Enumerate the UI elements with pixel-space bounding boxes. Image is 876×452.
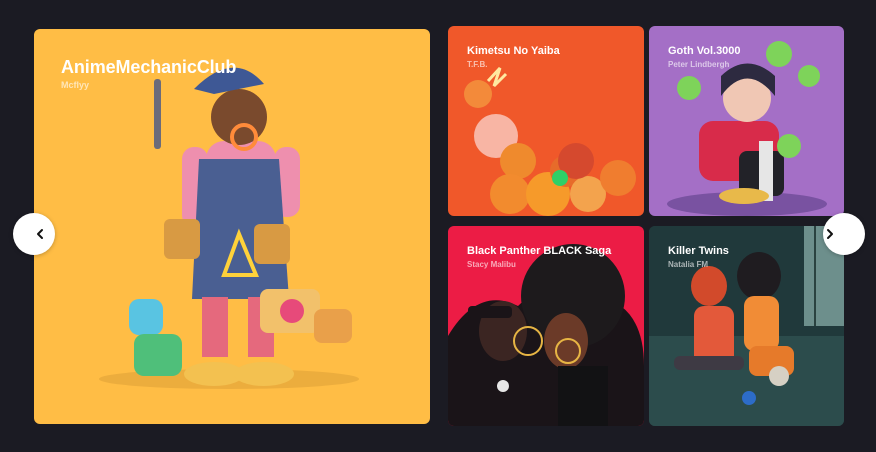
collection-card-black-panther-black-saga[interactable]: Black Panther BLACK Saga Stacy Malibu bbox=[448, 226, 644, 426]
card-title: Goth Vol.3000 bbox=[668, 45, 741, 57]
card-title: AnimeMechanicClub bbox=[61, 57, 237, 77]
carousel-prev-button[interactable] bbox=[13, 213, 55, 255]
collection-card-goth-vol-3000[interactable]: Goth Vol.3000 Peter Lindbergh bbox=[649, 26, 844, 216]
card-author: Natalia FM bbox=[668, 260, 709, 269]
card-author: Mcflyy bbox=[61, 80, 90, 90]
card-author: Peter Lindbergh bbox=[668, 60, 730, 69]
card-artwork bbox=[99, 67, 359, 389]
chevron-right-icon bbox=[827, 229, 833, 239]
collection-card-kimetsu-no-yaiba[interactable]: Kimetsu No Yaiba T.F.B. bbox=[448, 26, 644, 216]
card-title: Killer Twins bbox=[668, 245, 729, 257]
card-title: Kimetsu No Yaiba bbox=[467, 45, 560, 57]
card-title: Black Panther BLACK Saga bbox=[467, 245, 612, 257]
collection-card-killer-twins[interactable]: Killer Twins Natalia FM bbox=[649, 226, 844, 426]
chevron-left-icon bbox=[37, 229, 43, 239]
collection-card-anime-mechanic-club[interactable]: AnimeMechanicClub Mcflyy bbox=[34, 29, 430, 424]
card-author: T.F.B. bbox=[467, 60, 488, 69]
carousel-next-button[interactable] bbox=[823, 213, 865, 255]
card-author: Stacy Malibu bbox=[467, 260, 516, 269]
